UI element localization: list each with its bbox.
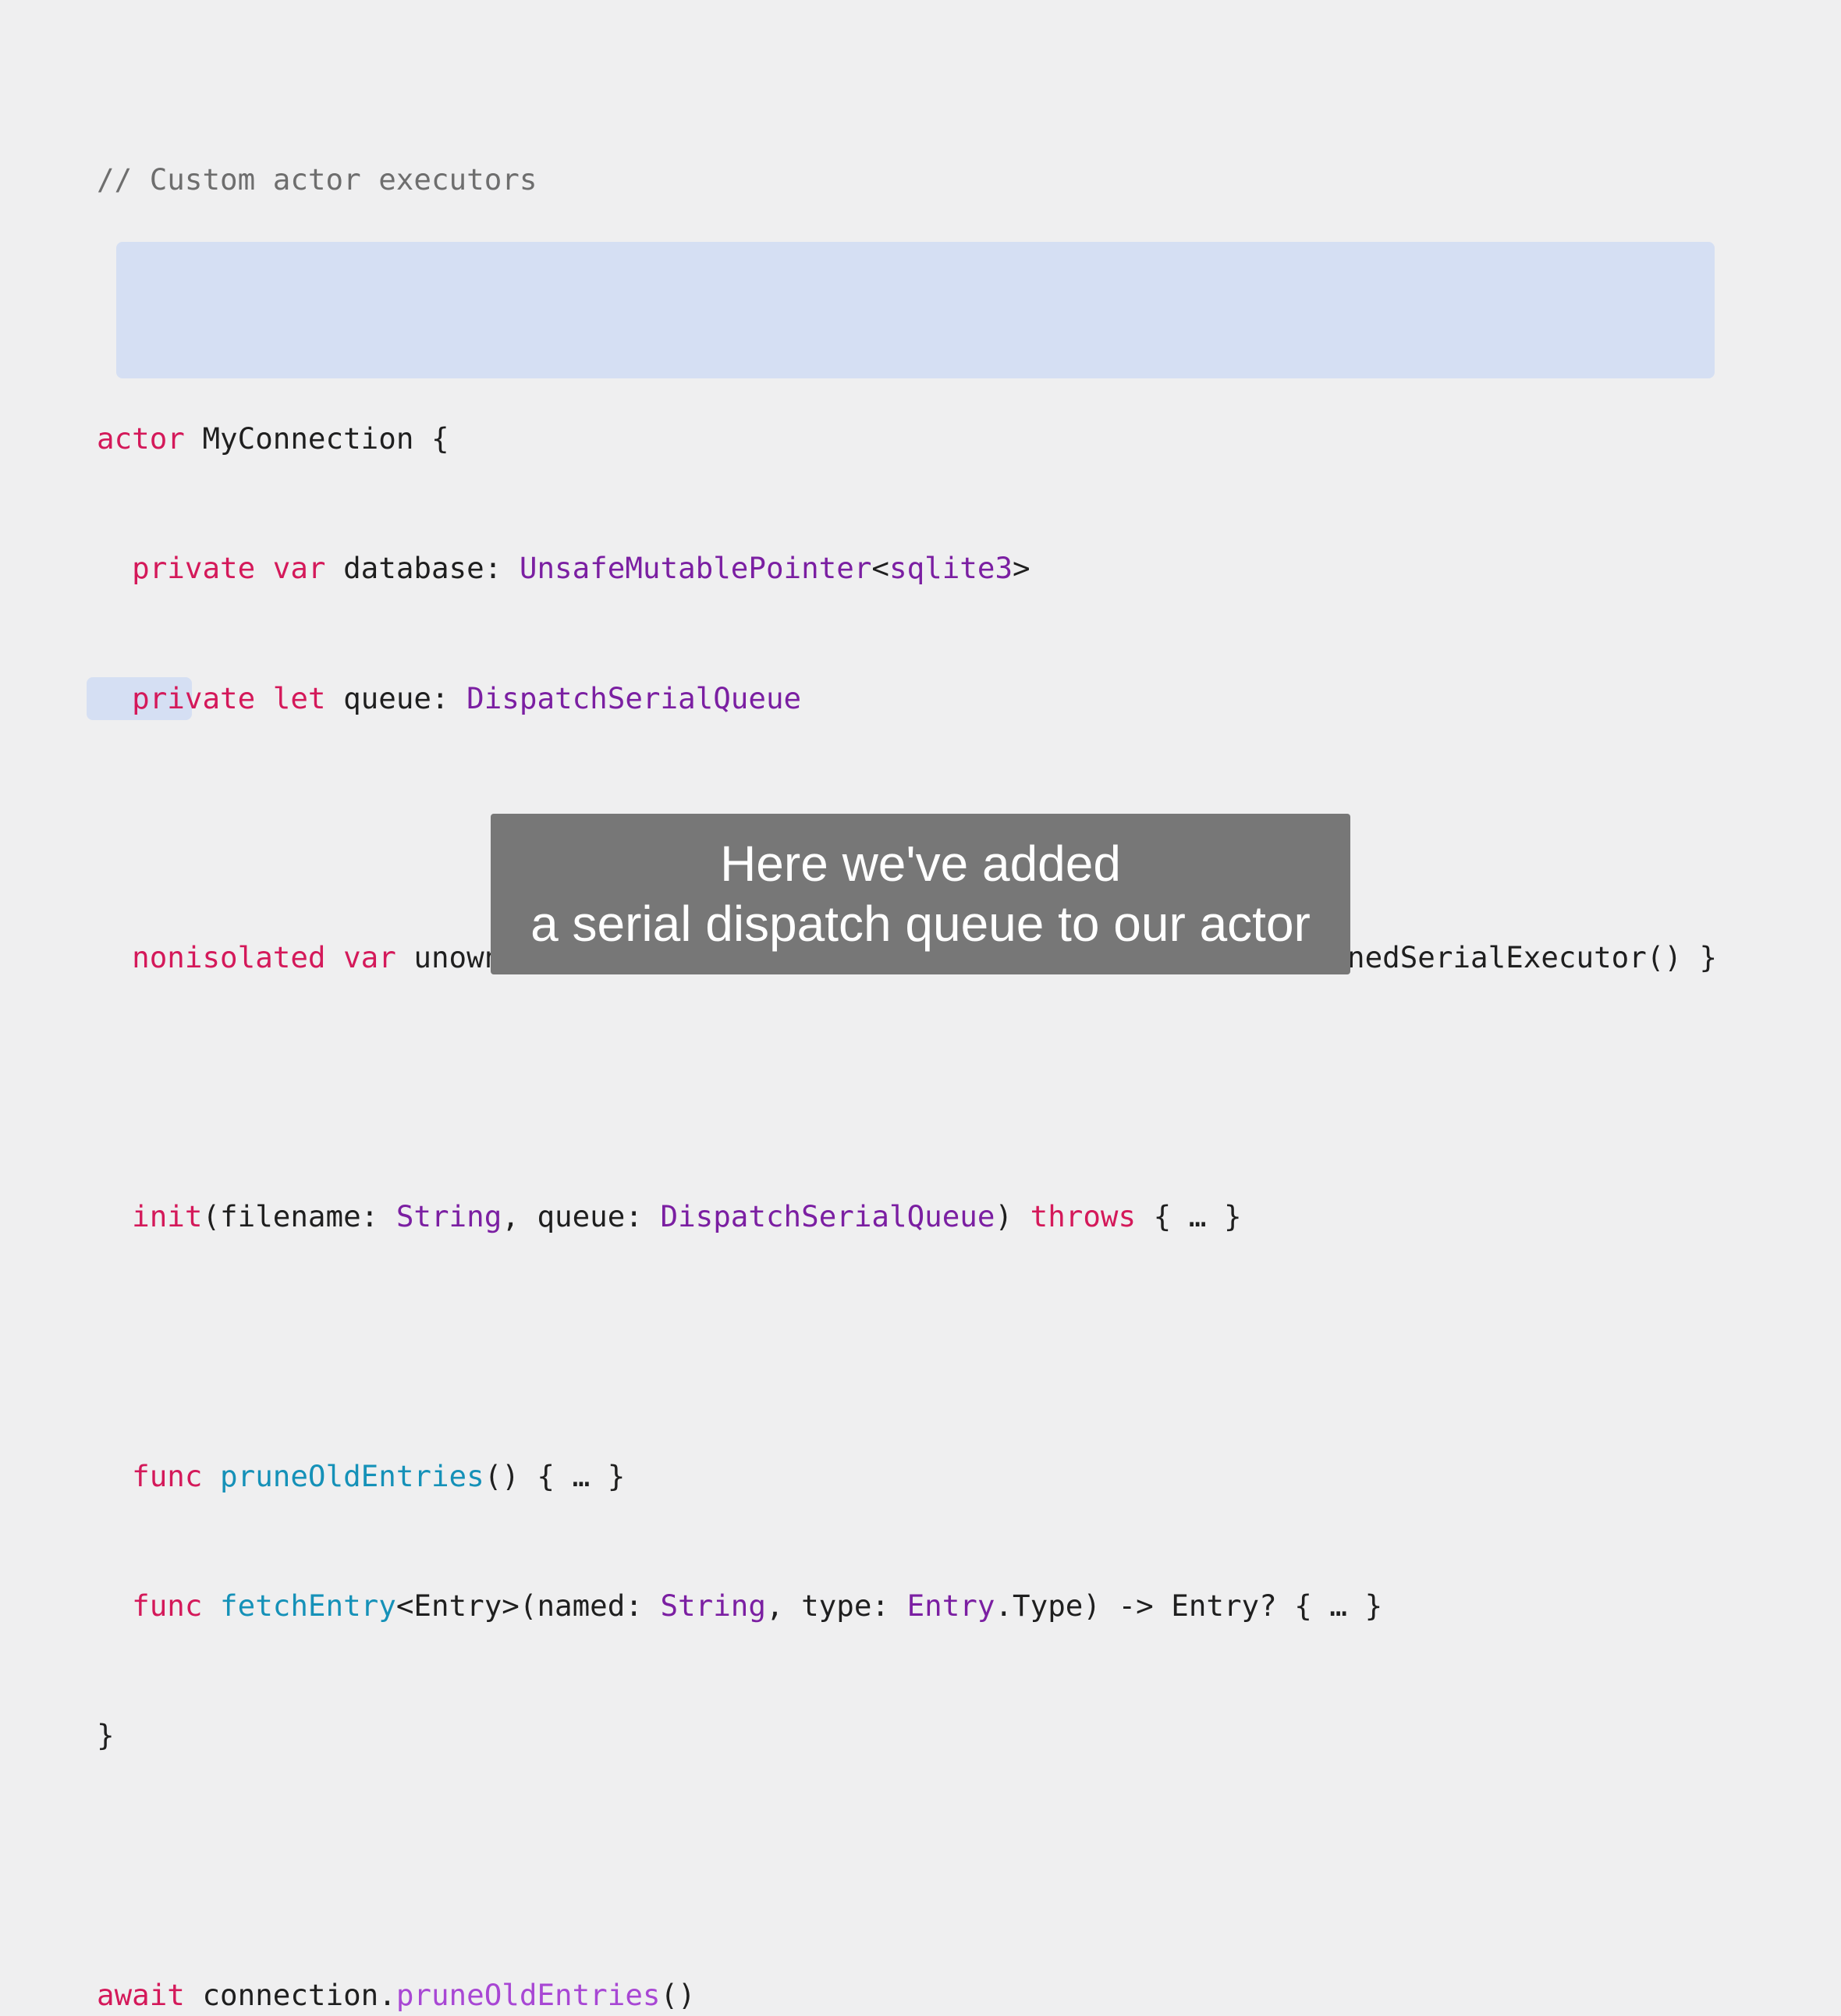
caption-line-2: a serial dispatch queue to our actor	[530, 896, 1311, 952]
code-line-closing-brace: }	[97, 1718, 115, 1753]
code-comment: // Custom actor executors	[97, 161, 537, 197]
code-line-await-call: await connection.pruneOldEntries()	[97, 1977, 696, 2012]
code-line-actor-decl: actor MyConnection {	[97, 421, 449, 456]
code-line-prune-func: func pruneOldEntries() { … }	[132, 1458, 626, 1493]
code-line-init: init(filename: String, queue: DispatchSe…	[132, 1199, 1242, 1234]
caption-line-1: Here we've added	[720, 836, 1121, 892]
code-line-database: private var database: UnsafeMutablePoint…	[132, 551, 1030, 586]
subtitle-caption: Here we've added a serial dispatch queue…	[491, 814, 1350, 974]
code-block: // Custom actor executors actor MyConnec…	[97, 72, 1717, 2016]
code-line-queue: private let queue: DispatchSerialQueue	[132, 680, 802, 715]
code-line-fetch-func: func fetchEntry<Entry>(named: String, ty…	[132, 1588, 1383, 1624]
